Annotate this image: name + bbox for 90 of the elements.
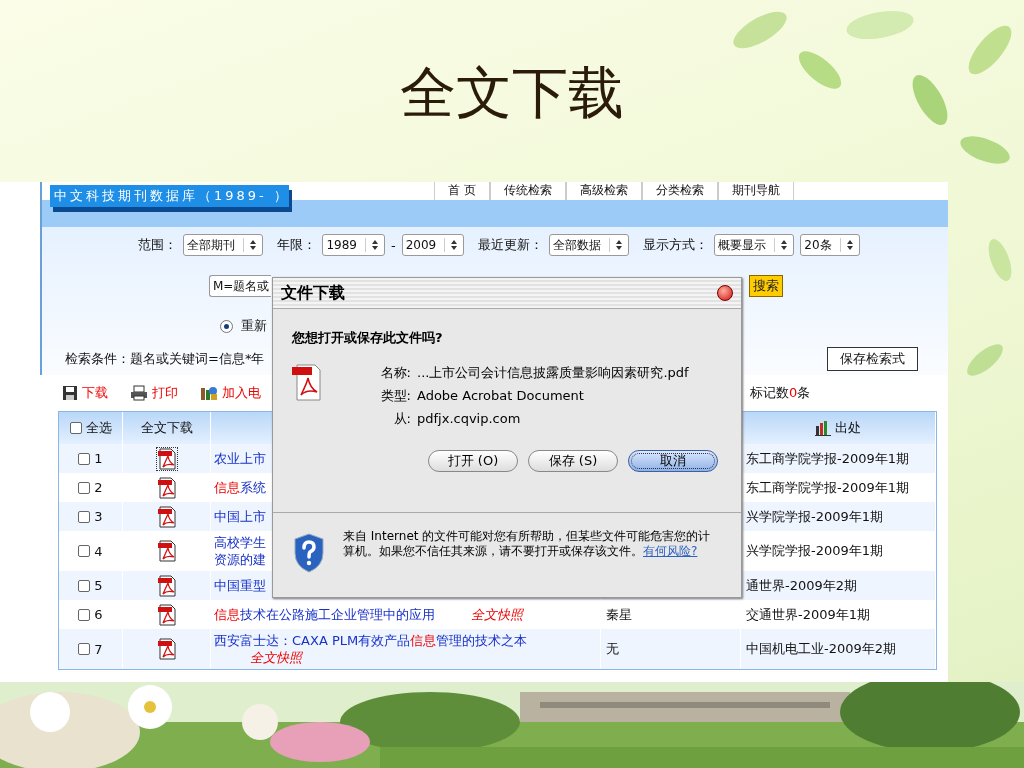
bar-chart-icon bbox=[815, 420, 831, 436]
pdf-icon[interactable] bbox=[156, 505, 177, 528]
dropdown[interactable]: 1989 bbox=[322, 234, 385, 256]
article-title-link[interactable]: 中国重型 bbox=[214, 577, 266, 594]
nav-tab[interactable]: 高级检索 bbox=[565, 182, 642, 200]
filter-label: 最近更新： bbox=[478, 236, 544, 254]
filter-label: 显示方式： bbox=[643, 236, 709, 254]
pdf-file-icon bbox=[291, 363, 321, 401]
radio-button[interactable] bbox=[220, 319, 233, 333]
row-number: 7 bbox=[94, 641, 103, 657]
nav-tab[interactable]: 期刊导航 bbox=[717, 182, 794, 200]
nav-tab[interactable]: 分类检索 bbox=[641, 182, 718, 200]
field-label: 类型: bbox=[379, 386, 411, 405]
source-text: 兴学院学报-2009年1期 bbox=[746, 542, 884, 560]
checkbox[interactable] bbox=[78, 608, 91, 621]
dropdown[interactable]: 20条 bbox=[800, 234, 860, 256]
row-number: 4 bbox=[94, 543, 103, 559]
checkbox[interactable] bbox=[78, 481, 91, 494]
dialog-button[interactable]: 打开 (O) bbox=[428, 450, 518, 472]
save-query-button[interactable]: 保存检索式 bbox=[827, 347, 918, 371]
source-text: 东工商学院学报-2009年1期 bbox=[746, 478, 910, 497]
dialog-title: 文件下载 bbox=[281, 282, 345, 304]
warning-text: 来自 Internet 的文件可能对您有所帮助，但某些文件可能危害您的计算机。如果您不信任其来源，请不要打开或保存该文件。有何风险? bbox=[343, 529, 712, 559]
pdf-icon[interactable] bbox=[156, 447, 177, 470]
dropdown[interactable]: 2009 bbox=[401, 234, 465, 256]
article-title-link[interactable]: 信息系统 bbox=[214, 479, 266, 496]
pdf-icon[interactable] bbox=[156, 540, 177, 562]
field-value: Adobe Acrobat Document bbox=[417, 388, 584, 403]
source-text: 东工商学院学报-2009年1期 bbox=[746, 449, 910, 468]
risk-link[interactable]: 有何风险? bbox=[643, 544, 698, 558]
checkbox[interactable] bbox=[78, 545, 91, 557]
source-text: 通世界-2009年2期 bbox=[746, 576, 858, 595]
search-condition: 检索条件：题名或关键词=信息*年 bbox=[65, 350, 265, 368]
row-number: 3 bbox=[94, 509, 103, 524]
checkbox[interactable] bbox=[78, 579, 91, 592]
author-text: 无 bbox=[606, 640, 619, 658]
filter-label: 年限： bbox=[277, 236, 317, 254]
dropdown[interactable]: 全部期刊 bbox=[183, 234, 264, 256]
toolbar-link[interactable]: 加入电 bbox=[222, 384, 261, 402]
row-number: 5 bbox=[94, 578, 103, 593]
checkbox[interactable] bbox=[78, 643, 91, 655]
field-dropdown[interactable]: M=题名或 bbox=[209, 275, 271, 297]
source-text: 中国机电工业-2009年2期 bbox=[746, 640, 897, 658]
article-title-link[interactable]: 中国上市 bbox=[214, 508, 266, 525]
marked-count: 标记数0条 bbox=[750, 384, 812, 402]
field-label: 从: bbox=[392, 409, 411, 428]
dropdown[interactable]: 全部数据 bbox=[549, 234, 630, 256]
toolbar-link[interactable]: 下载 bbox=[82, 384, 108, 402]
dropdown[interactable]: 概要显示 bbox=[714, 234, 795, 256]
nav-tab[interactable]: 传统检索 bbox=[489, 182, 566, 200]
article-title-link[interactable]: 农业上市 bbox=[214, 450, 266, 467]
checkbox[interactable] bbox=[69, 422, 82, 434]
source-text: 交通世界-2009年1期 bbox=[746, 605, 871, 624]
pdf-icon[interactable] bbox=[156, 638, 177, 660]
radio-label: 重新 bbox=[241, 317, 267, 335]
pdf-icon[interactable] bbox=[156, 603, 177, 626]
checkbox[interactable] bbox=[78, 510, 91, 523]
row-number: 1 bbox=[94, 451, 103, 466]
bookshelf-icon[interactable] bbox=[200, 385, 218, 401]
article-title-link[interactable]: 西安富士达：CAXA PLM有效产品信息管理的技术之本 bbox=[214, 632, 528, 649]
checkbox[interactable] bbox=[78, 452, 91, 465]
shield-question-icon bbox=[293, 533, 325, 573]
article-title-link[interactable]: 高校学生 资源的建 bbox=[214, 534, 266, 568]
select-all-label: 全选 bbox=[85, 419, 112, 437]
toolbar-link[interactable]: 打印 bbox=[152, 384, 178, 402]
pdf-icon[interactable] bbox=[156, 476, 177, 499]
dialog-button[interactable]: 保存 (S) bbox=[528, 450, 618, 472]
field-value: ...上市公司会计信息披露质量影响因素研究.pdf bbox=[417, 363, 689, 382]
row-number: 6 bbox=[94, 607, 103, 622]
pdf-icon[interactable] bbox=[156, 574, 177, 597]
search-button[interactable]: 搜索 bbox=[749, 275, 783, 297]
source-text: 兴学院学报-2009年1期 bbox=[746, 507, 884, 526]
dialog-question: 您想打开或保存此文件吗? bbox=[290, 329, 444, 347]
dialog-button[interactable]: 取消 bbox=[628, 450, 718, 472]
floppy-icon[interactable] bbox=[62, 385, 78, 401]
range-separator: - bbox=[391, 237, 396, 253]
snapshot-link[interactable]: 全文快照 bbox=[250, 649, 302, 666]
nav-tab[interactable]: 首 页 bbox=[434, 182, 490, 200]
filter-label: 范围： bbox=[138, 236, 178, 254]
field-label: 名称: bbox=[379, 363, 411, 382]
row-number: 2 bbox=[94, 480, 103, 495]
close-button[interactable] bbox=[717, 285, 733, 301]
slide-title: 全文下载 bbox=[399, 59, 625, 127]
column-header: 出处 bbox=[835, 419, 861, 437]
snapshot-link[interactable]: 全文快照 bbox=[471, 606, 523, 623]
printer-icon[interactable] bbox=[130, 385, 148, 401]
author-text: 秦星 bbox=[606, 605, 632, 624]
article-title-link[interactable]: 信息技术在公路施工企业管理中的应用 bbox=[214, 606, 435, 623]
field-value: pdfjx.cqvip.com bbox=[417, 411, 521, 426]
column-header: 全文下载 bbox=[140, 419, 193, 437]
